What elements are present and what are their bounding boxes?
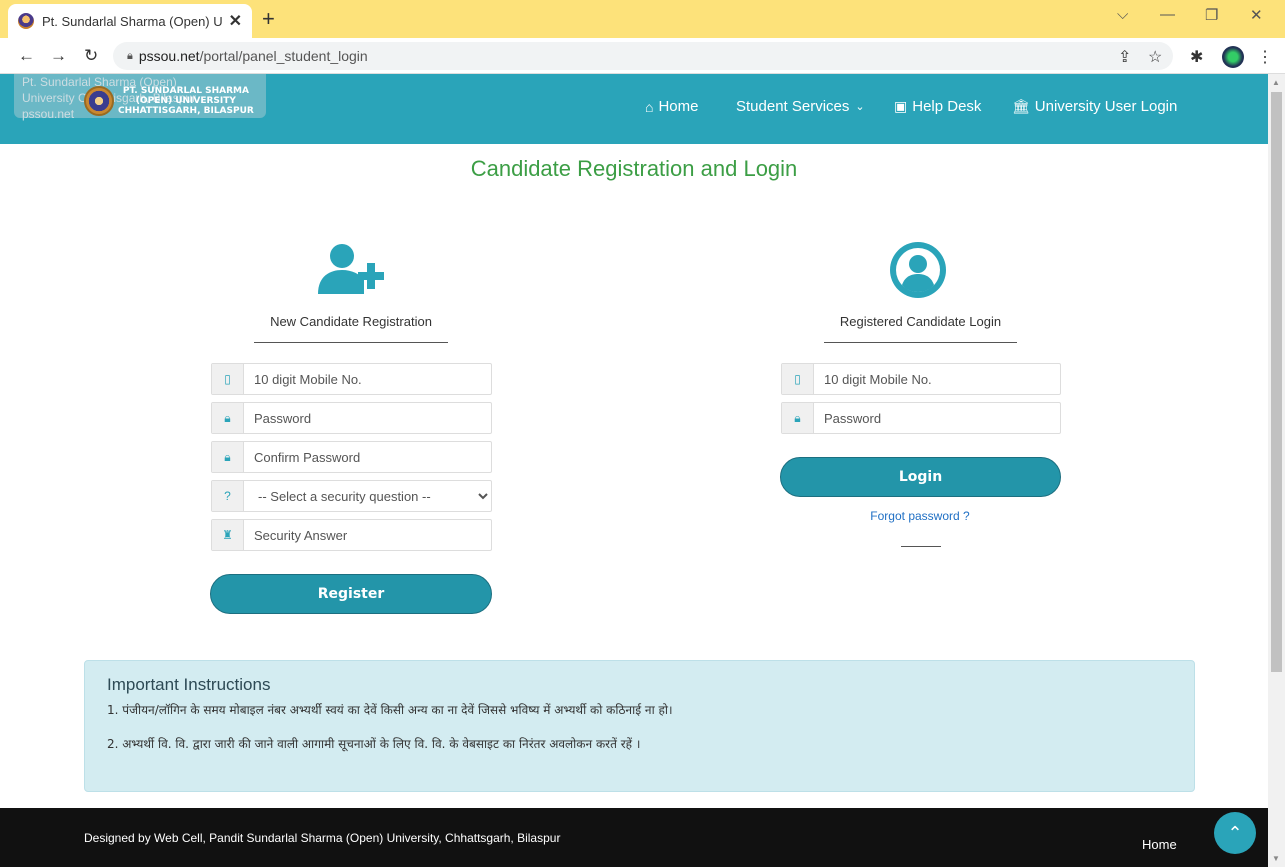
reg-confirm-password-input[interactable] — [244, 442, 491, 472]
university-emblem-icon — [84, 86, 114, 116]
security-question-field[interactable]: ? -- Select a security question -- — [211, 480, 492, 512]
scrollbar-thumb[interactable] — [1271, 92, 1282, 672]
logo-line: (OPEN) UNIVERSITY — [135, 96, 236, 106]
divider — [901, 546, 941, 547]
chevron-up-icon: ⌃ — [1227, 822, 1243, 843]
reload-icon[interactable]: ↻ — [84, 46, 98, 66]
login-mobile-field[interactable]: ▯ — [781, 363, 1061, 395]
instructions-box: Important Instructions 1. पंजीयन/लॉगिन क… — [84, 660, 1195, 792]
university-logo[interactable]: PT. SUNDARLAL SHARMA (OPEN) UNIVERSITY C… — [84, 86, 254, 116]
divider — [824, 342, 1017, 343]
home-icon: ⌂ — [645, 98, 654, 115]
lock-icon: 🔒︎ — [782, 403, 814, 433]
chevron-down-icon: ⌄ — [855, 101, 865, 113]
logo-text: PT. SUNDARLAL SHARMA (OPEN) UNIVERSITY C… — [118, 86, 254, 116]
logo-line: CHHATTISGARH, BILASPUR — [118, 106, 254, 116]
scroll-down-icon[interactable]: ▼ — [1272, 854, 1280, 863]
nav-home-label: Home — [658, 98, 699, 115]
page-scrollbar[interactable]: ▲ ▼ — [1268, 74, 1285, 867]
browser-tabbar: Pt. Sundarlal Sharma (Open) Univ ✕ + ⌵ —… — [0, 0, 1285, 38]
reg-mobile-field[interactable]: ▯ — [211, 363, 492, 395]
question-icon: ? — [212, 481, 244, 511]
nav-home[interactable]: ⌂ Home — [645, 98, 698, 115]
close-window-icon[interactable]: ✕ — [1250, 6, 1263, 24]
nav-university-login-label: University User Login — [1034, 98, 1178, 115]
restore-icon[interactable]: ❐ — [1205, 6, 1218, 24]
lock-icon: 🔒︎ — [127, 49, 133, 62]
profile-avatar[interactable] — [1222, 46, 1244, 68]
share-icon[interactable]: ⇪ — [1118, 47, 1131, 67]
login-mobile-input[interactable] — [814, 364, 1060, 394]
footer-credit: Designed by Web Cell, Pandit Sundarlal S… — [84, 831, 561, 845]
registration-heading: New Candidate Registration — [270, 314, 432, 329]
forward-icon[interactable]: → — [50, 46, 67, 66]
scroll-to-top-button[interactable]: ⌃ — [1214, 812, 1256, 854]
instruction-item: 1. पंजीयन/लॉगिन के समय मोबाइल नंबर अभ्यर… — [107, 703, 673, 717]
new-tab-icon[interactable]: + — [262, 6, 275, 32]
minimize-icon[interactable]: — — [1160, 6, 1175, 23]
nav-student-services-label: Student Services — [736, 98, 850, 115]
reg-password-field[interactable]: 🔒︎ — [211, 402, 492, 434]
reg-confirm-password-field[interactable]: 🔒︎ — [211, 441, 492, 473]
reg-mobile-input[interactable] — [244, 364, 491, 394]
university-building-icon: 🏛︎ — [1012, 98, 1030, 114]
mobile-icon: ▯ — [782, 364, 814, 394]
url-path: /portal/panel_student_login — [199, 48, 368, 64]
reg-password-input[interactable] — [244, 403, 491, 433]
favicon-icon — [18, 13, 34, 29]
address-toolbar: ← → ↻ 🔒︎ pssou.net/portal/panel_student_… — [0, 38, 1285, 74]
tab-search-icon[interactable]: ⌵ — [1117, 6, 1128, 23]
login-button[interactable]: Login — [780, 457, 1061, 497]
lock-icon: 🔒︎ — [212, 403, 244, 433]
security-question-select[interactable]: -- Select a security question -- — [244, 481, 491, 511]
scroll-up-icon[interactable]: ▲ — [1272, 78, 1280, 87]
logo-line: PT. SUNDARLAL SHARMA — [122, 86, 249, 96]
close-tab-icon[interactable]: ✕ — [229, 11, 242, 31]
lock-icon: 🔒︎ — [212, 442, 244, 472]
bookmark-star-icon[interactable]: ☆ — [1148, 47, 1162, 67]
help-desk-icon: ▣ — [894, 98, 908, 114]
browser-tab[interactable]: Pt. Sundarlal Sharma (Open) Univ ✕ — [8, 4, 252, 38]
extensions-puzzle-icon[interactable]: ✱ — [1190, 47, 1203, 67]
divider — [254, 342, 448, 343]
login-password-field[interactable]: 🔒︎ — [781, 402, 1061, 434]
mobile-icon: ▯ — [212, 364, 244, 394]
url-domain: pssou.net — [138, 48, 200, 64]
footer-home-link[interactable]: Home — [1142, 837, 1177, 852]
nav-help-desk-label: Help Desk — [912, 98, 982, 115]
nav-university-login[interactable]: 🏛︎ University User Login — [1012, 98, 1177, 115]
instructions-heading: Important Instructions — [107, 675, 271, 694]
add-user-icon — [318, 244, 384, 294]
browser-menu-icon[interactable]: ⋮ — [1257, 47, 1273, 67]
register-button[interactable]: Register — [210, 574, 492, 614]
site-footer: Designed by Web Cell, Pandit Sundarlal S… — [0, 808, 1268, 867]
page-title: Candidate Registration and Login — [470, 156, 798, 181]
login-heading: Registered Candidate Login — [839, 314, 1002, 329]
nav-student-services[interactable]: Student Services ⌄ — [736, 98, 865, 115]
forgot-password-link[interactable]: Forgot password ? — [780, 509, 1060, 523]
security-answer-input[interactable] — [244, 520, 491, 550]
instruction-item: 2. अभ्यर्थी वि. वि. द्वारा जारी की जाने … — [107, 737, 641, 751]
back-icon[interactable]: ← — [18, 46, 35, 66]
user-secret-icon: ♜ — [212, 520, 244, 550]
tab-title: Pt. Sundarlal Sharma (Open) Univ — [42, 13, 223, 29]
user-circle-icon — [890, 242, 946, 298]
nav-help-desk[interactable]: ▣ Help Desk — [894, 98, 981, 115]
security-answer-field[interactable]: ♜ — [211, 519, 492, 551]
url-bar[interactable]: 🔒︎ pssou.net/portal/panel_student_login — [113, 42, 1173, 70]
login-password-input[interactable] — [814, 403, 1060, 433]
